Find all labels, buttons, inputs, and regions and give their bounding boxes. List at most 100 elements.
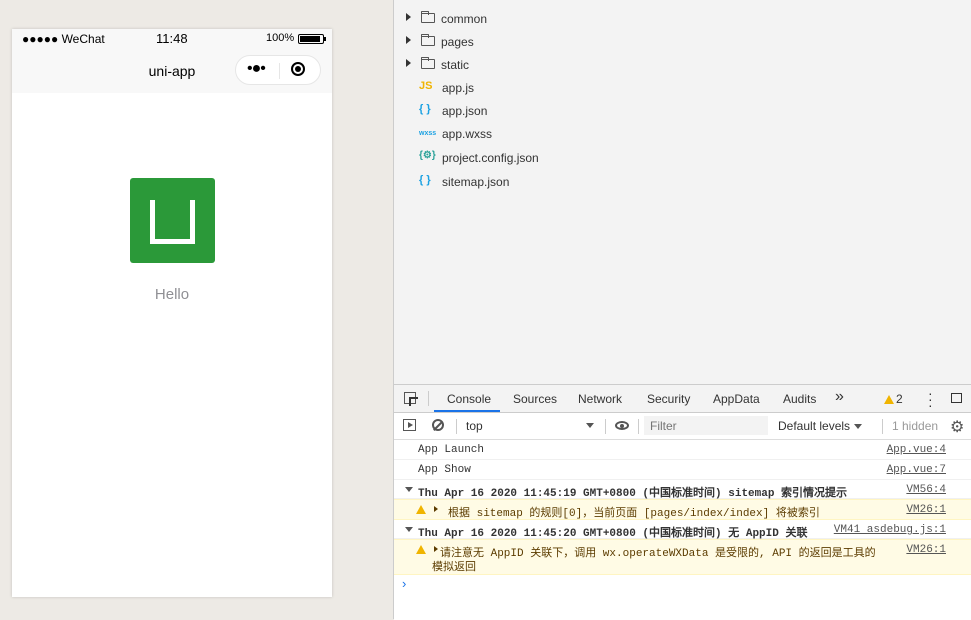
battery-percent: 100% <box>266 32 295 44</box>
gear-icon[interactable]: ⚙ <box>950 417 964 437</box>
warning-icon <box>416 545 426 554</box>
expand-arrow-icon[interactable] <box>406 13 411 21</box>
chevron-down-icon <box>586 423 594 428</box>
console-line: App Launch App.vue:4 <box>394 440 971 460</box>
eye-icon[interactable] <box>615 421 629 430</box>
clear-console-icon[interactable] <box>432 419 444 431</box>
menu-capsule: •●• <box>235 55 321 85</box>
tab-audits[interactable]: Audits <box>783 392 816 406</box>
tab-sources[interactable]: Sources <box>513 392 557 406</box>
tree-item-label: app.js <box>442 81 475 95</box>
log-levels-dropdown[interactable]: Default levels <box>778 419 863 433</box>
source-link[interactable]: App.vue:4 <box>887 444 946 456</box>
json-file-icon: { } <box>419 174 431 186</box>
battery-icon <box>298 34 326 44</box>
console-message-continued: 模拟返回 <box>432 562 476 574</box>
chevron-down-icon <box>854 424 863 429</box>
tree-item-sitemap-json[interactable]: { } sitemap.json <box>394 171 694 193</box>
console-group[interactable]: Thu Apr 16 2020 11:45:19 GMT+0800 (中国标准时… <box>394 480 971 500</box>
filter-input[interactable] <box>644 416 768 435</box>
tree-item-label: common <box>441 12 488 26</box>
more-dots-icon[interactable]: •●• <box>247 60 266 78</box>
folder-icon <box>421 11 435 23</box>
console-message: App Show <box>418 464 471 476</box>
tree-item-app-wxss[interactable]: wxss app.wxss <box>394 123 694 145</box>
config-file-icon: {⚙} <box>419 150 436 161</box>
collapse-arrow-icon[interactable] <box>405 487 413 492</box>
phone-simulator: ●●●●● WeChat 11:48 100% uni-app •●• Hell… <box>12 29 332 597</box>
console-warning: 根据 sitemap 的规则[0]，当前页面 [pages/index/inde… <box>394 499 971 520</box>
tree-item-label: static <box>441 58 470 72</box>
console-message: Thu Apr 16 2020 11:45:19 GMT+0800 (中国标准时… <box>418 488 848 500</box>
folder-icon <box>421 57 435 69</box>
warning-icon <box>416 505 426 514</box>
source-link[interactable]: VM26:1 <box>906 504 946 516</box>
tab-network[interactable]: Network <box>578 392 622 406</box>
warning-count: 2 <box>896 392 903 406</box>
expand-arrow-icon[interactable] <box>434 546 438 552</box>
devtools-panel: Console Sources Network Security AppData… <box>394 384 971 620</box>
divider <box>428 391 429 406</box>
close-target-icon[interactable] <box>291 62 305 76</box>
logo-u-shape <box>150 200 195 244</box>
tree-item-static[interactable]: static <box>394 54 694 76</box>
console-message: Thu Apr 16 2020 11:45:20 GMT+0800 (中国标准时… <box>418 528 808 540</box>
source-link[interactable]: VM41 asdebug.js:1 <box>834 524 946 536</box>
console-group[interactable]: Thu Apr 16 2020 11:45:20 GMT+0800 (中国标准时… <box>394 520 971 540</box>
tree-item-label: pages <box>441 35 474 49</box>
tree-item-common[interactable]: common <box>394 8 694 30</box>
hello-text: Hello <box>154 286 190 303</box>
carrier-signal: ●●●●● WeChat <box>22 32 105 46</box>
console-message: App Launch <box>418 444 485 456</box>
expand-arrow-icon[interactable] <box>406 59 411 67</box>
divider <box>456 419 457 434</box>
devtools-tabbar: Console Sources Network Security AppData… <box>394 385 971 413</box>
js-file-icon: JS <box>419 80 433 92</box>
console-line: App Show App.vue:7 <box>394 460 971 480</box>
tab-console[interactable]: Console <box>447 392 491 406</box>
tree-item-project-config[interactable]: {⚙} project.config.json <box>394 147 694 169</box>
inspect-element-icon[interactable] <box>404 392 416 404</box>
source-link[interactable]: VM56:4 <box>906 484 946 496</box>
hidden-count: 1 hidden <box>892 419 939 433</box>
source-link[interactable]: App.vue:7 <box>887 464 946 476</box>
console-message: 请注意无 AppID 关联下，调用 wx.operateWXData 是受限的,… <box>440 548 876 560</box>
active-tab-indicator <box>434 410 500 412</box>
divider <box>605 419 606 434</box>
folder-icon <box>421 34 435 46</box>
tree-item-app-js[interactable]: JS app.js <box>394 77 694 99</box>
context-value: top <box>466 419 483 433</box>
tree-item-label: project.config.json <box>442 151 539 165</box>
uniapp-logo <box>130 178 215 263</box>
tab-security[interactable]: Security <box>647 392 690 406</box>
warning-counter[interactable]: 2 <box>884 392 903 406</box>
editor-area <box>694 0 971 384</box>
dock-side-icon[interactable] <box>951 393 962 403</box>
status-time: 11:48 <box>156 31 188 46</box>
expand-arrow-icon[interactable] <box>434 506 438 512</box>
context-select[interactable]: top <box>466 419 596 433</box>
console-warning: 请注意无 AppID 关联下，调用 wx.operateWXData 是受限的,… <box>394 539 971 575</box>
status-bar: ●●●●● WeChat 11:48 100% <box>12 29 332 49</box>
capsule-divider <box>279 63 280 79</box>
console-toolbar: top Default levels 1 hidden ⚙ <box>394 413 971 440</box>
tree-item-app-json[interactable]: { } app.json <box>394 100 694 122</box>
tree-item-label: sitemap.json <box>442 175 510 189</box>
collapse-arrow-icon[interactable] <box>405 527 413 532</box>
console-prompt-icon[interactable]: › <box>402 576 406 591</box>
json-file-icon: { } <box>419 103 431 115</box>
tree-item-label: app.wxss <box>442 127 493 141</box>
divider <box>882 419 883 434</box>
ide-right-pane: common pages static JS app.js { } app.js… <box>393 0 971 620</box>
kebab-menu-icon[interactable]: · · · <box>928 386 933 412</box>
file-tree: common pages static JS app.js { } app.js… <box>394 0 695 384</box>
wxss-file-icon: wxss <box>419 130 437 137</box>
divider <box>638 419 639 434</box>
tab-appdata[interactable]: AppData <box>713 392 760 406</box>
expand-arrow-icon[interactable] <box>406 36 411 44</box>
tree-item-pages[interactable]: pages <box>394 31 694 53</box>
more-tabs-icon[interactable]: » <box>835 388 844 406</box>
source-link[interactable]: VM26:1 <box>906 544 946 556</box>
show-sidebar-icon[interactable] <box>403 419 416 431</box>
nav-bar: uni-app •●• <box>12 49 332 93</box>
